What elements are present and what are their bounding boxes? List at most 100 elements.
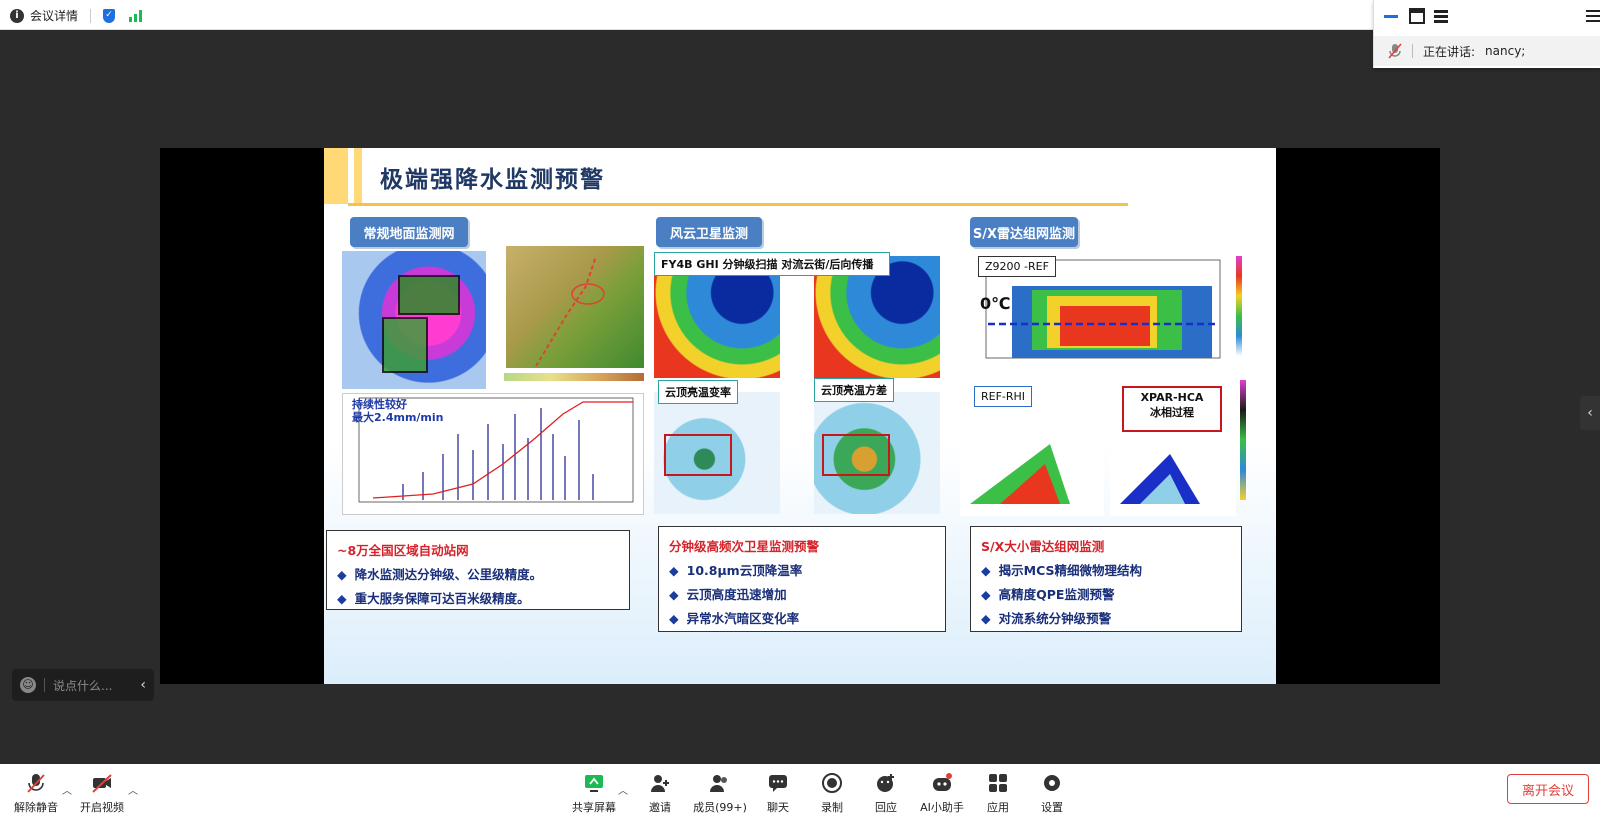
gear-icon [1044,775,1060,791]
invite-button[interactable]: 邀请 [632,772,688,824]
share-screen-icon [585,775,603,792]
window-icon[interactable] [1408,7,1426,25]
satellite-box: 分钟级高频次卫星监测预警 10.8μm云顶降温率 云顶高度迅速增加 异常水汽暗区… [658,526,946,632]
ground-network-box: ~8万全国区域自动站网 降水监测达分钟级、公里级精度。 重大服务保障可达百米级精… [326,530,630,610]
box-item: 重大服务保障可达百米级精度。 [337,587,619,611]
signal-icon[interactable] [129,9,143,22]
section-tag-radar: S/X雷达组网监测 [970,217,1078,247]
satellite-scan-label: FY4B GHI 分钟级扫描 对流云街/后向传播 [654,252,890,276]
box-heading: S/X大小雷达组网监测 [981,539,1105,554]
slide-title: 极端强降水监测预警 [380,167,605,193]
share-screen-button[interactable]: 共享屏幕 [566,772,622,824]
reaction-icon [877,774,894,792]
divider [1412,44,1413,58]
highlight-box [664,434,732,476]
side-panel-toggle[interactable]: ‹ [1580,396,1600,430]
speaker-name: nancy; [1485,44,1526,58]
record-button[interactable]: 录制 [804,772,860,824]
chat-input[interactable]: ☺ 说点什么... ‹ [12,669,154,701]
terrain-map [506,246,644,368]
settings-label: 设置 [1041,801,1063,814]
chevron-left-icon: ‹ [1587,405,1593,421]
terrain-colorbar [504,373,644,381]
list-icon[interactable] [1584,7,1600,25]
speaking-label: 正在讲话: [1423,44,1476,59]
members-icon [710,775,727,792]
title-underline [348,203,1128,206]
leave-meeting-button[interactable]: 离开会议 [1507,774,1589,804]
chat-label: 聊天 [767,801,789,814]
chat-icon [769,775,787,792]
ai-label: AI小助手 [920,801,964,814]
reaction-button[interactable]: 回应 [858,772,914,824]
box-item: 对流系统分钟级预警 [981,607,1231,631]
highlight-box [822,434,890,476]
rainfall-annotation: 持续性较好 最大2.4mm/min [352,398,444,424]
shared-screen: 极端强降水监测预警 常规地面监测网 持续性较好 最大2.4mm/min ~8万全… [160,148,1440,684]
info-icon: i [10,8,24,23]
ai-assistant-button[interactable]: AI小助手 [912,772,972,824]
mute-label: 解除静音 [14,801,58,814]
radar-box: S/X大小雷达组网监测 揭示MCS精细微物理结构 高精度QPE监测预警 对流系统… [970,526,1242,632]
members-button[interactable]: 成员(99+) [690,772,750,824]
radar-ref-label: Z9200 -REF [978,256,1056,277]
brightness-temp-rate-label: 云顶亮温变率 [658,380,738,404]
section-tag-satellite: 风云卫星监测 [656,217,762,247]
mute-button[interactable]: 解除静音 [8,772,64,824]
emoji-icon[interactable]: ☺ [20,677,36,693]
rhi-label: REF-RHI [974,386,1033,407]
radar-colorbar [1236,256,1242,356]
apps-button[interactable]: 应用 [970,772,1026,824]
top-bar: i 会议详情 ✓ [0,0,1600,30]
video-button[interactable]: 开启视频 [74,772,130,824]
box-heading: ~8万全国区域自动站网 [337,543,469,558]
freezing-level-label: 0℃ [980,294,1011,313]
speaking-row: 正在讲话: nancy; [1374,36,1600,66]
box-item: 异常水汽暗区变化率 [669,607,935,631]
precip-map [342,251,486,389]
shield-icon[interactable]: ✓ [103,8,116,23]
chat-placeholder: 说点什么... [53,678,113,693]
mic-muted-icon [1388,43,1402,59]
speaker-panel: 正在讲话: nancy; [1373,0,1600,68]
chevron-left-icon[interactable]: ‹ [140,677,146,693]
slide-accent-bar [354,148,362,204]
meeting-details-label: 会议详情 [30,9,79,23]
meeting-toolbar: 解除静音 ︿ 开启视频 ︿ 共享屏幕 ︿ 邀请 成员(99+) 聊天 录制 回应… [0,764,1600,832]
mic-muted-icon [27,774,45,793]
layout-icon[interactable] [1432,7,1450,25]
chevron-up-icon[interactable]: ︿ [128,782,138,797]
box-item: 降水监测达分钟级、公里级精度。 [337,563,619,587]
slide-accent-bar [324,148,348,204]
video-label: 开启视频 [80,801,124,814]
hca-label: XPAR-HCA 冰相过程 [1122,386,1222,432]
camera-off-icon [92,774,112,793]
chat-button[interactable]: 聊天 [750,772,806,824]
box-item: 揭示MCS精细微物理结构 [981,559,1231,583]
share-label: 共享屏幕 [572,801,616,814]
hca-colorbar [1240,380,1246,500]
minimize-icon[interactable] [1382,7,1400,25]
members-label: 成员(99+) [693,801,747,814]
invite-label: 邀请 [649,801,671,814]
divider [90,8,92,23]
section-tag-ground: 常规地面监测网 [350,217,468,247]
ai-assistant-icon [933,773,952,791]
slide: 极端强降水监测预警 常规地面监测网 持续性较好 最大2.4mm/min ~8万全… [324,148,1276,684]
apps-label: 应用 [987,801,1009,814]
chevron-up-icon[interactable]: ︿ [618,782,628,797]
reaction-label: 回应 [875,801,897,814]
meeting-info[interactable]: i 会议详情 ✓ [10,7,143,24]
box-item: 高精度QPE监测预警 [981,583,1231,607]
settings-button[interactable]: 设置 [1024,772,1080,824]
chevron-up-icon[interactable]: ︿ [62,782,72,797]
record-icon [822,773,842,793]
box-item: 云顶高度迅速增加 [669,583,935,607]
record-label: 录制 [821,801,843,814]
divider [44,678,45,692]
apps-icon [989,774,1007,792]
box-item: 10.8μm云顶降温率 [669,559,935,583]
box-heading: 分钟级高频次卫星监测预警 [669,539,820,554]
add-user-icon [651,775,669,792]
brightness-temp-variance-label: 云顶亮温方差 [814,378,894,402]
